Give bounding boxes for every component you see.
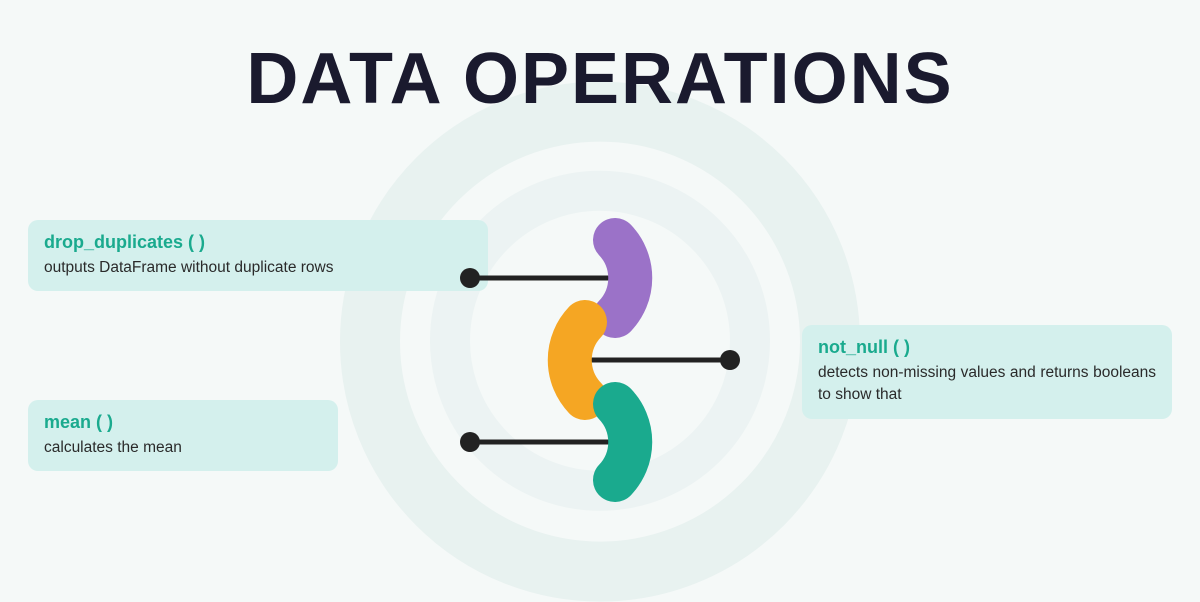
card-drop-duplicates: drop_duplicates ( ) outputs DataFrame wi… — [28, 220, 488, 291]
card-not-null: not_null ( ) detects non-missing values … — [802, 325, 1172, 419]
center-diagram — [440, 200, 760, 520]
card-mean: mean ( ) calculates the mean — [28, 400, 338, 471]
page-title: DATA OPERATIONS — [0, 0, 1200, 120]
card-not-null-title: not_null ( ) — [818, 337, 1156, 358]
card-not-null-body: detects non-missing values and returns b… — [818, 362, 1156, 407]
card-drop-duplicates-title: drop_duplicates ( ) — [44, 232, 472, 253]
card-mean-title: mean ( ) — [44, 412, 322, 433]
card-drop-duplicates-body: outputs DataFrame without duplicate rows — [44, 257, 472, 279]
card-mean-body: calculates the mean — [44, 437, 322, 459]
